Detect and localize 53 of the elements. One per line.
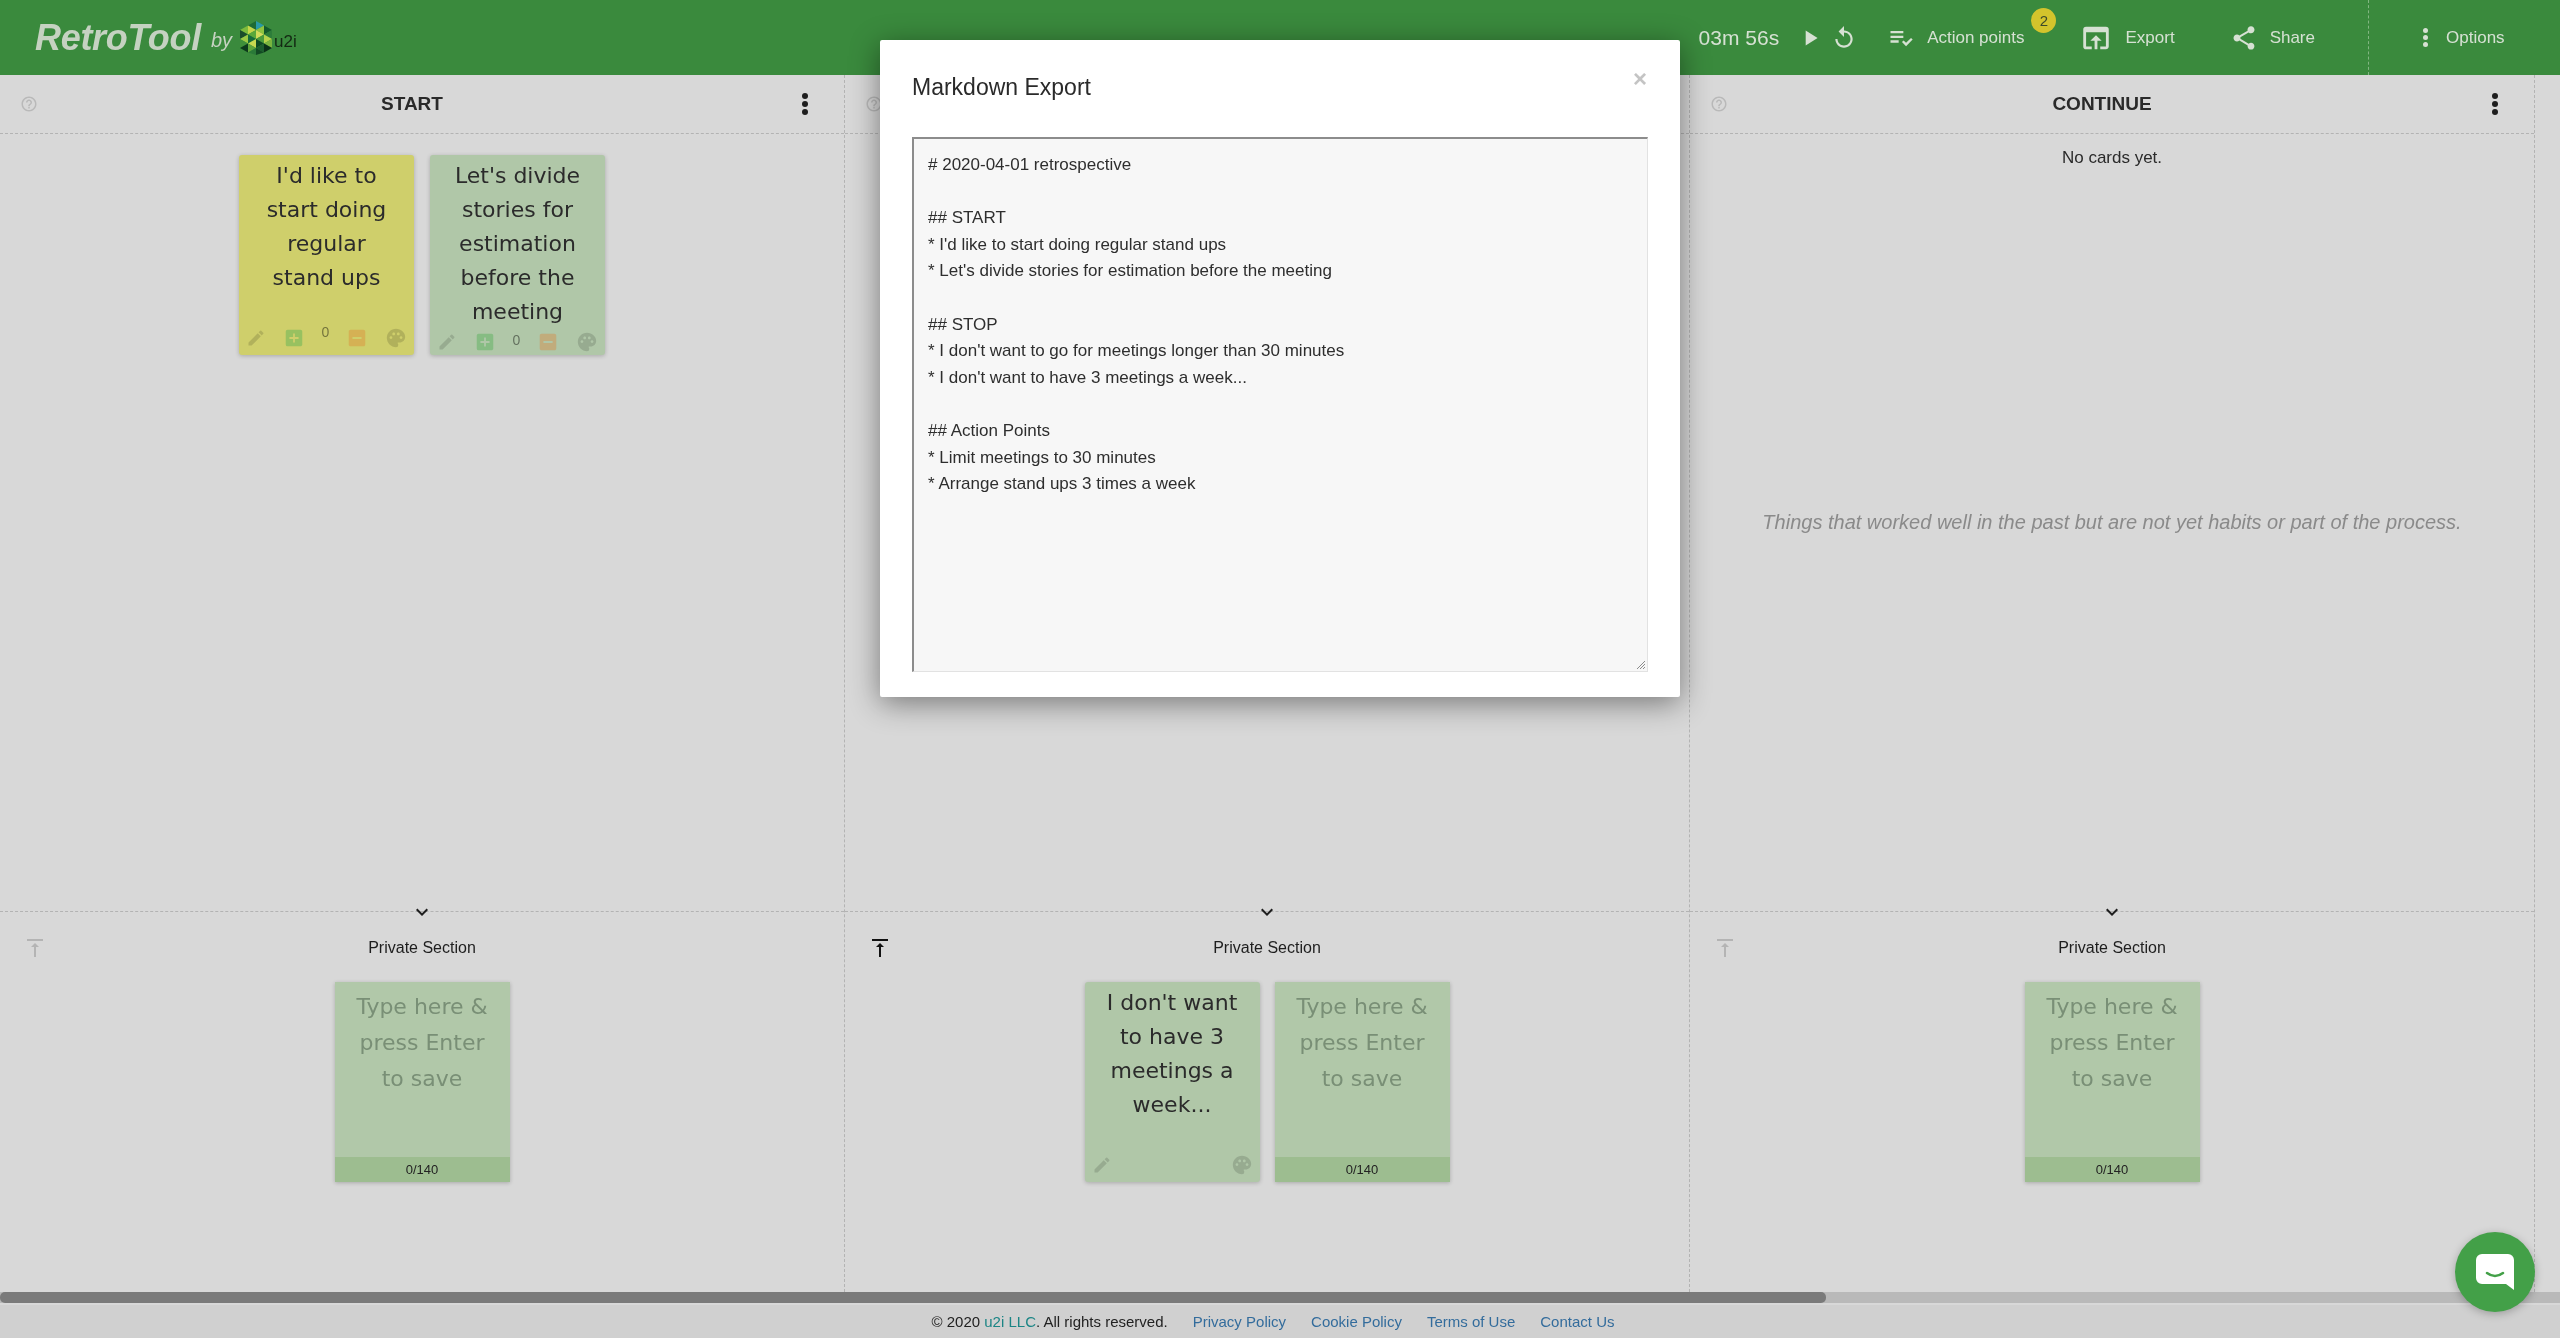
timer: 03m 56s [1698, 25, 1780, 50]
scrollbar-thumb[interactable] [0, 1292, 1826, 1303]
note-card[interactable]: I'd like to start doing regular stand ups 0 [239, 155, 414, 355]
palette-icon[interactable] [385, 327, 407, 349]
share-button[interactable]: Share [2229, 0, 2315, 75]
resize-grip-icon[interactable] [1636, 660, 1645, 669]
help-icon[interactable] [20, 95, 38, 113]
private-section-label: Private Section [1213, 939, 1321, 957]
partner-name: u2i [274, 31, 297, 52]
character-counter: 0/140 [1274, 1157, 1450, 1182]
count-badge: 2 [2031, 8, 2057, 33]
vote-count: 0 [512, 332, 521, 348]
footer-link[interactable]: Privacy Policy [1192, 1313, 1287, 1330]
card-text: I'd like to start doing regular stand ups [265, 162, 388, 292]
new-card-field[interactable]: Type here & press Enter to save [334, 982, 510, 1157]
pencil-icon[interactable] [437, 332, 457, 352]
by-text: by [210, 29, 233, 52]
kebab-menu-icon [2423, 28, 2428, 47]
footer-link[interactable]: Cookie Policy [1311, 1313, 1402, 1330]
character-counter: 0/140 [334, 1157, 510, 1182]
export-button[interactable]: Export [2079, 0, 2175, 75]
column-hint: Things that worked well in the past but are not yet habits or part of the process. [1761, 511, 2463, 534]
palette-icon[interactable] [1230, 1154, 1253, 1176]
kebab-menu-icon[interactable] [802, 93, 808, 115]
card-text: Let's divide stories for estimation before the meeting [453, 162, 582, 326]
note-card[interactable]: Let's divide stories for estimation before the meeting 0 [430, 155, 605, 355]
private-section-label: Private Section [368, 939, 476, 957]
markdown-text-field[interactable]: # 2020-04-01 retrospective ## START * I'd like to start doing regular stand ups * Let's divide stories for estimation before the meeting ## STOP * I don't want to go for meetings longer than 30 minutes * I don't want to have 3 meetings a week... ## Action Points * Limit meetings to 30 minutes * Arrange stand ups 3 times a week [912, 137, 1648, 672]
column-title: START [381, 93, 443, 115]
new-card-field[interactable]: Type here & press Enter to save [2024, 982, 2200, 1157]
kebab-menu-icon[interactable] [2492, 93, 2498, 115]
character-counter: 0/140 [2024, 1157, 2200, 1182]
dialog-title: Markdown Export [912, 73, 1091, 101]
new-card-field[interactable]: Type here & press Enter to save [1274, 982, 1450, 1157]
footer-link[interactable]: Terms of Use [1426, 1313, 1516, 1330]
cube-logo-icon [240, 20, 273, 55]
options-button[interactable]: Options [2423, 0, 2505, 75]
chat-button[interactable] [2455, 1232, 2535, 1312]
chat-bubble-icon [2476, 1254, 2514, 1290]
vote-count: 0 [321, 324, 330, 340]
card-text: I don't want to have 3 meetings a week... [1105, 989, 1239, 1119]
company-link[interactable]: u2i LLC [984, 1313, 1036, 1330]
scrollbar-track[interactable] [0, 1292, 2560, 1303]
empty-message: No cards yet. [2061, 148, 2163, 168]
private-section-label: Private Section [2058, 939, 2166, 957]
footer-link[interactable]: Contact Us [1540, 1313, 1615, 1330]
app-logo[interactable]: RetroTool [35, 16, 201, 59]
note-card[interactable]: I don't want to have 3 meetings a week... [1084, 982, 1260, 1182]
pencil-icon[interactable] [246, 328, 266, 348]
help-icon[interactable] [1710, 95, 1728, 113]
copyright-text: © 2020 u2i LLC. All rights reserved. [931, 1313, 1168, 1330]
column-title: CONTINUE [2052, 93, 2152, 115]
palette-icon[interactable] [576, 331, 598, 353]
